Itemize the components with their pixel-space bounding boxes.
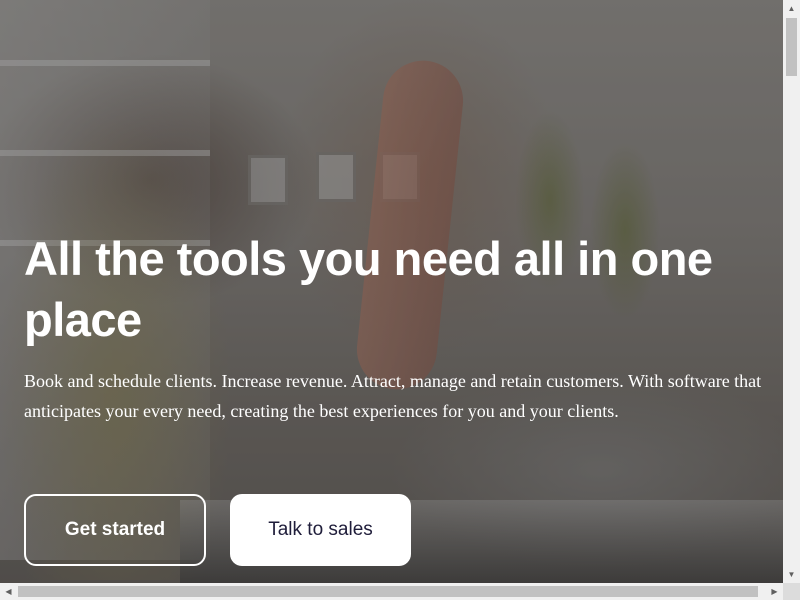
get-started-button[interactable]: Get started: [24, 494, 206, 566]
talk-to-sales-button[interactable]: Talk to sales: [230, 494, 411, 566]
hero-subtext: Book and schedule clients. Increase reve…: [24, 371, 762, 421]
scroll-down-icon[interactable]: ▼: [783, 566, 800, 583]
scrollbar-corner: [783, 583, 800, 600]
vertical-scrollbar[interactable]: ▲ ▼: [783, 0, 800, 583]
horizontal-scroll-thumb[interactable]: [18, 586, 758, 597]
vertical-scroll-thumb[interactable]: [786, 18, 797, 76]
scroll-up-icon[interactable]: ▲: [783, 0, 800, 17]
scroll-left-icon[interactable]: ◀: [0, 583, 17, 600]
horizontal-scrollbar[interactable]: ◀ ▶: [0, 583, 783, 600]
scroll-right-icon[interactable]: ▶: [766, 583, 783, 600]
hero-headline: All the tools you need all in one place: [24, 232, 713, 346]
page-viewport: All the tools you need all in one place …: [0, 0, 783, 583]
